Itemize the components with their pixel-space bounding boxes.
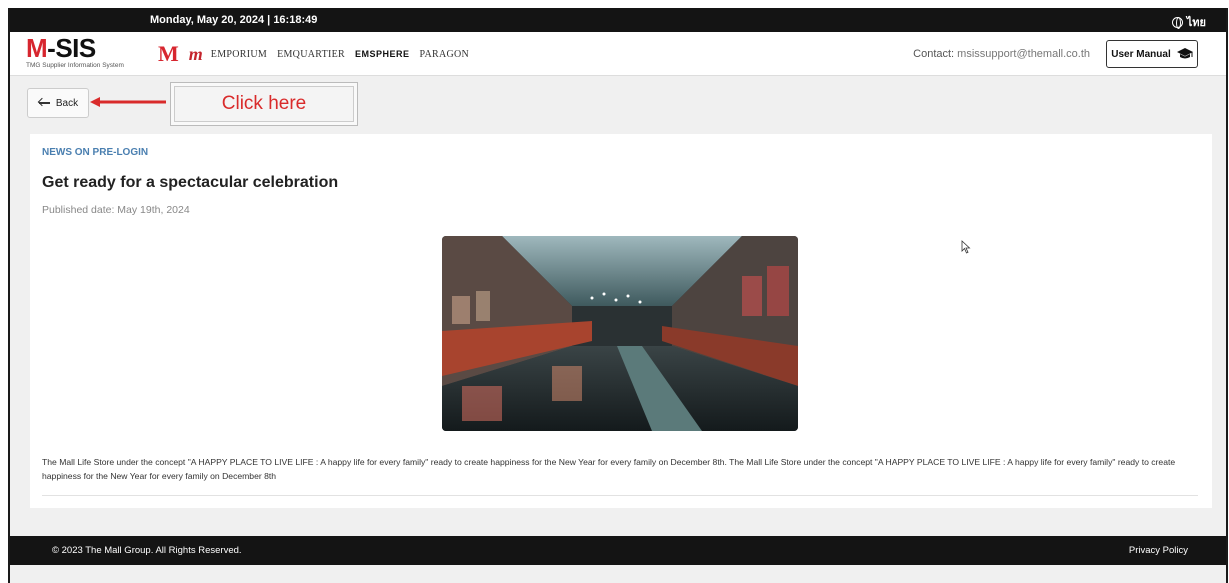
copyright: © 2023 The Mall Group. All Rights Reserv…	[52, 545, 242, 556]
brand-logo-emsphere: EMSPHERE	[355, 49, 410, 59]
brand-logo-paragon: PARAGON	[419, 48, 470, 60]
published-date: Published date: May 19th, 2024	[42, 204, 190, 216]
logo-prefix: M	[26, 33, 48, 63]
annotation-arrow	[90, 97, 166, 107]
article-image	[442, 236, 798, 431]
user-manual-button[interactable]: User Manual	[1106, 40, 1198, 68]
back-label: Back	[55, 97, 79, 109]
article-body: The Mall Life Store under the concept "A…	[42, 457, 1176, 481]
top-bar: Monday, May 20, 2024 | 16:18:49 ไทย	[10, 8, 1226, 32]
brand-logo-emporium: EMPORIUM	[210, 48, 268, 60]
brand-logos: M m EMPORIUM EMQUARTIER EMSPHERE PARAGON	[158, 41, 470, 66]
contact-info: Contact: msissupport@themall.co.th	[913, 48, 1090, 60]
brand-logo-the-mall: M	[158, 41, 179, 66]
graduation-cap-icon	[1176, 48, 1193, 59]
privacy-policy-link[interactable]: Privacy Policy	[1129, 545, 1188, 556]
language-label: ไทย	[1186, 17, 1206, 29]
language-switch[interactable]: ไทย	[1171, 13, 1206, 31]
annotation-callout: Click here	[170, 82, 358, 126]
user-manual-label: User Manual	[1111, 48, 1171, 60]
site-footer: © 2023 The Mall Group. All Rights Reserv…	[10, 536, 1226, 565]
brand-logo-emquartier: EMQUARTIER	[277, 48, 346, 60]
breadcrumb[interactable]: NEWS ON PRE-LOGIN	[42, 147, 148, 158]
divider	[42, 495, 1198, 496]
contact-email[interactable]: msissupport@themall.co.th	[957, 48, 1090, 60]
site-header: M-SIS TMG Supplier Information System M …	[10, 32, 1226, 76]
annotation-text: Click here	[221, 93, 307, 114]
app-window: Monday, May 20, 2024 | 16:18:49 ไทย M-SI…	[8, 8, 1228, 583]
logo-suffix: -SIS	[47, 33, 96, 63]
article-title: Get ready for a spectacular celebration	[42, 174, 339, 191]
msis-logo[interactable]: M-SIS TMG Supplier Information System	[26, 34, 124, 69]
back-button[interactable]: Back	[27, 88, 89, 118]
mouse-cursor-icon	[961, 240, 971, 254]
globe-icon	[1171, 16, 1183, 29]
logo-subtitle: TMG Supplier Information System	[26, 62, 124, 69]
arrow-left-icon	[38, 98, 50, 108]
contact-label: Contact:	[913, 48, 955, 60]
news-article: NEWS ON PRE-LOGIN Get ready for a specta…	[30, 134, 1212, 508]
brand-logo-m: m	[188, 44, 203, 64]
current-datetime: Monday, May 20, 2024 | 16:18:49	[150, 14, 318, 26]
